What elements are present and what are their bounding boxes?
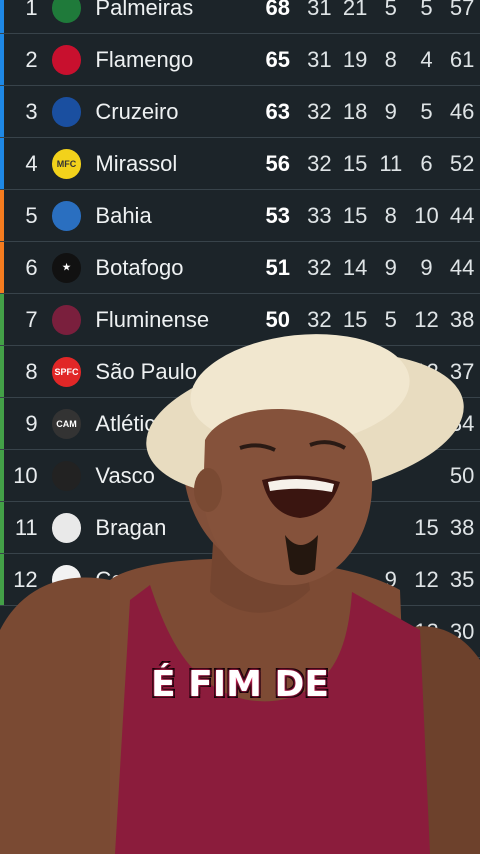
- games-played: 33: [307, 202, 332, 228]
- team-crest-icon: [51, 200, 82, 231]
- wins: 18: [342, 98, 368, 124]
- losses: 10: [414, 202, 439, 228]
- team-crest-icon: [51, 96, 82, 127]
- goal-difference: 44: [449, 254, 475, 280]
- wins: 19: [342, 46, 368, 72]
- goal-difference: 57: [449, 0, 475, 20]
- draws: 9: [384, 98, 397, 124]
- team-name: Palmeiras: [95, 0, 194, 20]
- subtitle-caption: É FIM DE: [151, 664, 329, 705]
- team-name: Mirassol: [95, 150, 178, 176]
- losses: 5: [420, 98, 433, 124]
- team-name: Fluminense: [95, 306, 210, 332]
- games-played: 31: [307, 0, 332, 20]
- table-row[interactable]: 1 Palmeiras 68 31 21 5 5 57: [0, 0, 480, 34]
- team-name: Bahia: [95, 202, 152, 228]
- wins: 15: [342, 202, 368, 228]
- zone-indicator: [0, 34, 4, 85]
- goal-difference: 38: [449, 306, 475, 332]
- points: 50: [265, 306, 291, 332]
- points: 51: [265, 254, 291, 280]
- team-crest-icon: [51, 44, 82, 75]
- games-played: 32: [307, 254, 332, 280]
- goal-difference: 52: [449, 150, 475, 176]
- losses: 12: [414, 306, 439, 332]
- goal-difference: 61: [449, 46, 475, 72]
- team-name: Botafogo: [95, 254, 184, 280]
- team-name: Cruzeiro: [95, 98, 179, 124]
- draws: 8: [384, 46, 397, 72]
- wins: 15: [342, 150, 368, 176]
- position: 2: [25, 46, 38, 72]
- table-row[interactable]: 5 Bahia 53 33 15 8 10 44: [0, 190, 480, 242]
- position: 5: [25, 202, 38, 228]
- losses: 9: [420, 254, 433, 280]
- losses: 4: [420, 46, 433, 72]
- goal-difference: 46: [449, 98, 475, 124]
- position: 3: [25, 98, 38, 124]
- zone-indicator: [0, 138, 4, 189]
- team-crest-icon: [51, 0, 82, 23]
- team-crest-icon: MFC: [51, 148, 82, 179]
- draws: 5: [384, 0, 397, 20]
- table-row[interactable]: 3 Cruzeiro 63 32 18 9 5 46: [0, 86, 480, 138]
- table-row[interactable]: 2 Flamengo 65 31 19 8 4 61: [0, 34, 480, 86]
- points: 63: [265, 98, 291, 124]
- position: 1: [25, 0, 38, 20]
- position: 6: [25, 254, 38, 280]
- draws: 11: [379, 150, 403, 176]
- wins: 21: [342, 0, 368, 20]
- points: 68: [265, 0, 291, 20]
- table-row[interactable]: 6 ★ Botafogo 51 32 14 9 9 44: [0, 242, 480, 294]
- wins: 15: [342, 306, 368, 332]
- losses: 6: [420, 150, 433, 176]
- draws: 9: [384, 254, 397, 280]
- position: 7: [25, 306, 38, 332]
- position: 4: [25, 150, 38, 176]
- draws: 5: [384, 306, 397, 332]
- points: 56: [265, 150, 291, 176]
- games-played: 32: [307, 98, 332, 124]
- draws: 8: [384, 202, 397, 228]
- losses: 5: [420, 0, 433, 20]
- ear: [194, 468, 222, 512]
- zone-indicator: [0, 190, 4, 241]
- games-played: 32: [307, 306, 332, 332]
- team-crest-icon: ★: [51, 252, 82, 283]
- reacting-man-overlay: [0, 334, 480, 854]
- zone-indicator: [0, 86, 4, 137]
- games-played: 31: [307, 46, 332, 72]
- games-played: 32: [307, 150, 332, 176]
- wins: 14: [342, 254, 368, 280]
- left-arm: [0, 577, 120, 854]
- team-name: Flamengo: [95, 46, 194, 72]
- goal-difference: 44: [449, 202, 475, 228]
- points: 53: [265, 202, 291, 228]
- points: 65: [265, 46, 291, 72]
- zone-indicator: [0, 242, 4, 293]
- zone-indicator: [0, 0, 4, 33]
- table-row[interactable]: 4 MFC Mirassol 56 32 15 11 6 52: [0, 138, 480, 190]
